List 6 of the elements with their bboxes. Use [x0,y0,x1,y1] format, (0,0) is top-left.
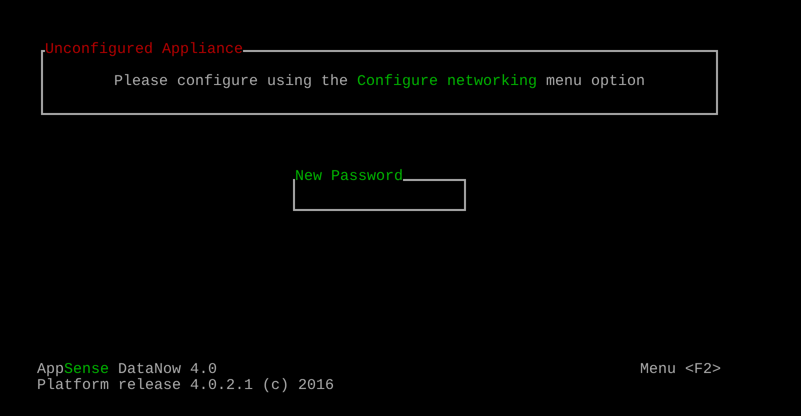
password-field[interactable] [293,179,466,211]
notice-message: Please configure using the Configure networking menu option [114,74,646,90]
menu-hint[interactable]: Menu <F2> [640,362,721,378]
panel-title: Unconfigured Appliance [45,42,244,58]
product-name: AppSense DataNow 4.0 [37,362,218,378]
release-info: Platform release 4.0.2.1 (c) 2016 [37,378,334,394]
